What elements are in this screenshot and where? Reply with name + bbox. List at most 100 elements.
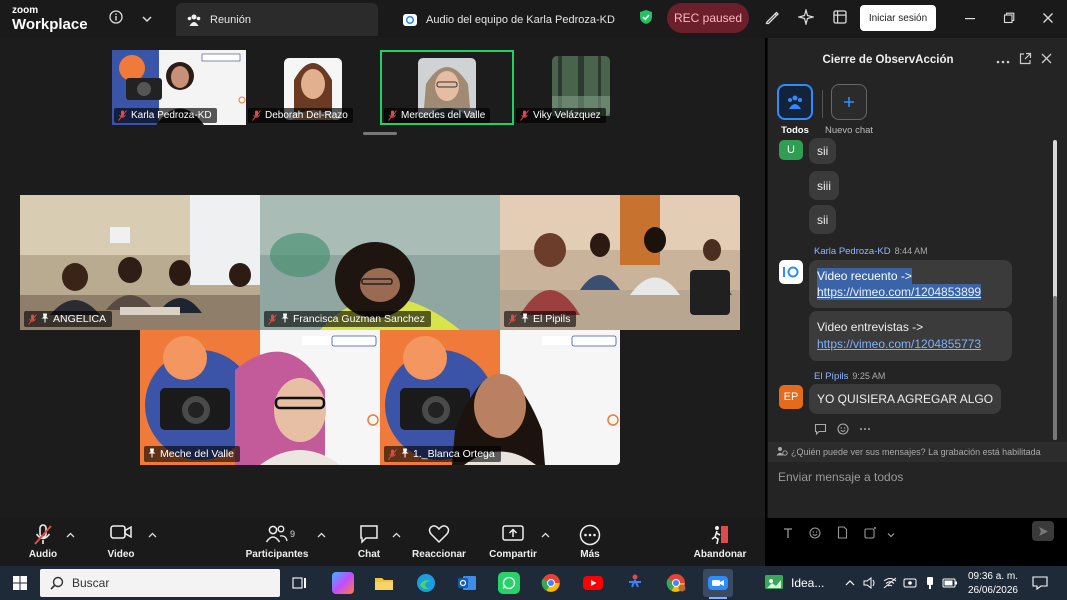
chat-panel: Cierre de ObservAcción Todos Nuevo chat … [767,38,1067,541]
emoji-icon[interactable] [809,526,821,544]
audio-button[interactable]: Audio [26,524,60,560]
more-actions-icon[interactable] [859,422,871,440]
system-clock[interactable]: 09:36 a. m. 26/06/2026 [962,570,1018,598]
mic-muted-icon [118,110,127,121]
more-button[interactable]: Más [573,524,607,560]
tab-meeting[interactable]: Reunión [176,3,378,36]
text-format-icon[interactable] [782,526,794,544]
thumbnail-video-active-speaker[interactable]: Mercedes del Valle [380,50,514,125]
message-bubble[interactable]: Video entrevistas -> https://vimeo.com/1… [809,311,1012,361]
close-panel-icon[interactable] [1038,52,1054,67]
restore-icon[interactable] [999,9,1019,29]
participant-name-tag: ANGELICA [24,311,113,327]
video-tile[interactable]: El Pipils [500,195,740,330]
audio-options-caret[interactable] [66,530,75,541]
message-bubble[interactable]: sii [809,205,837,234]
notifications-icon[interactable] [1029,572,1051,594]
message-composer[interactable]: Enviar mensaje a todos [768,462,1067,518]
video-button[interactable]: Video [104,524,138,560]
participant-name: Mercedes del Valle [401,110,486,121]
file-icon[interactable] [837,526,848,544]
mic-muted-icon [388,110,397,121]
file-explorer-icon[interactable] [373,572,395,594]
tab-team-audio[interactable]: Audio del equipo de Karla Pedroza-KD [392,3,632,36]
idea-app-icon[interactable] [763,572,785,594]
chat-panel-title: Cierre de ObservAcción [822,54,954,66]
share-options-caret[interactable] [541,530,550,541]
whatsapp-icon[interactable] [498,572,520,594]
more-icon [573,524,607,546]
send-button[interactable] [1032,521,1054,541]
chevron-down-icon[interactable] [887,526,895,544]
annotate-pen-icon[interactable] [762,9,782,29]
apps-grid-icon[interactable] [830,9,850,29]
pop-out-icon[interactable] [1017,52,1033,68]
usb-device-icon[interactable] [919,572,941,594]
video-options-caret[interactable] [148,530,157,541]
message-link[interactable]: https://vimeo.com/1204855773 [817,336,981,353]
zoom-taskbar-icon[interactable] [703,569,733,597]
message-bubble[interactable]: YO QUISIERA AGREGAR ALGO [809,384,1002,414]
avatar: U [779,140,803,160]
video-tile[interactable]: Meche del Valle [140,330,380,465]
chevron-down-icon[interactable] [137,9,157,29]
security-shield-icon[interactable] [636,9,656,29]
thumbnail-video[interactable]: Deborah Del-Razo [246,50,380,125]
message-bubble[interactable]: sii [809,138,837,164]
rec-paused-badge[interactable]: REC paused [667,3,749,33]
search-icon [50,576,64,593]
thumbnail-video[interactable]: Viky Velázquez [514,50,648,125]
idea-app-label[interactable]: Idea... [791,576,824,590]
accessibility-app-icon[interactable] [624,572,646,594]
message-link[interactable]: https://vimeo.com/1204853899 [817,284,982,300]
filter-all[interactable]: Todos [776,84,814,136]
video-tile[interactable]: 1._Blanca Ortega [380,330,620,465]
emoji-reaction-icon[interactable] [837,422,849,440]
chat-options-caret[interactable] [392,530,401,541]
message-bubble[interactable]: siii [809,171,839,200]
send-icon [1038,526,1048,536]
screenshot-icon[interactable] [864,526,877,544]
participants-icon [244,524,310,546]
volume-icon[interactable] [859,572,881,594]
react-button[interactable]: Reaccionar [412,524,466,560]
thumbnail-video[interactable]: Karla Pedroza-KD [112,50,246,125]
tray-chevron-up-icon[interactable] [839,572,861,594]
ai-companion-icon[interactable] [796,7,816,29]
participant-video-image [140,330,380,465]
more-options-icon[interactable] [995,52,1011,67]
battery-icon[interactable] [939,572,961,594]
video-tile[interactable]: ANGELICA [20,195,260,330]
close-window-icon[interactable] [1038,9,1058,29]
mic-muted-icon [26,524,60,546]
outlook-icon[interactable] [456,572,478,594]
message-bubble[interactable]: Video recuento -> https://vimeo.com/1204… [809,260,1012,308]
new-chat-button[interactable]: Nuevo chat [824,84,874,136]
video-tile[interactable]: Francisca Guzman Sanchez [260,195,500,330]
minimize-icon[interactable] [960,9,980,29]
privacy-notice[interactable]: ¿Quién puede ver sus mensajes? La grabac… [768,442,1067,462]
info-icon[interactable] [106,9,126,29]
chat-button[interactable]: Chat [352,524,386,560]
participants-button[interactable]: Participantes [244,524,310,560]
network-icon[interactable] [879,572,901,594]
copilot-icon[interactable] [332,572,354,594]
reply-icon[interactable] [814,422,827,440]
taskbar-search-input[interactable]: Buscar [40,569,280,597]
thumbnail-scroll-indicator[interactable] [363,132,397,135]
search-placeholder: Buscar [72,576,110,590]
meet-now-icon[interactable] [899,572,921,594]
sign-in-button[interactable]: Iniciar sesión [860,5,936,31]
participant-name: Karla Pedroza-KD [131,110,212,121]
chrome-profile-icon[interactable] [665,572,687,594]
youtube-icon[interactable] [582,572,604,594]
edge-browser-icon[interactable] [415,572,437,594]
windows-start-icon[interactable] [9,572,31,594]
leave-button[interactable]: Abandonar [692,524,748,560]
chrome-icon[interactable] [540,572,562,594]
chat-scrollbar-thumb[interactable] [1053,296,1057,440]
share-button[interactable]: Compartir [486,524,540,560]
mic-muted-icon [28,313,37,325]
task-view-icon[interactable] [289,572,311,594]
participants-options-caret[interactable] [317,530,326,541]
